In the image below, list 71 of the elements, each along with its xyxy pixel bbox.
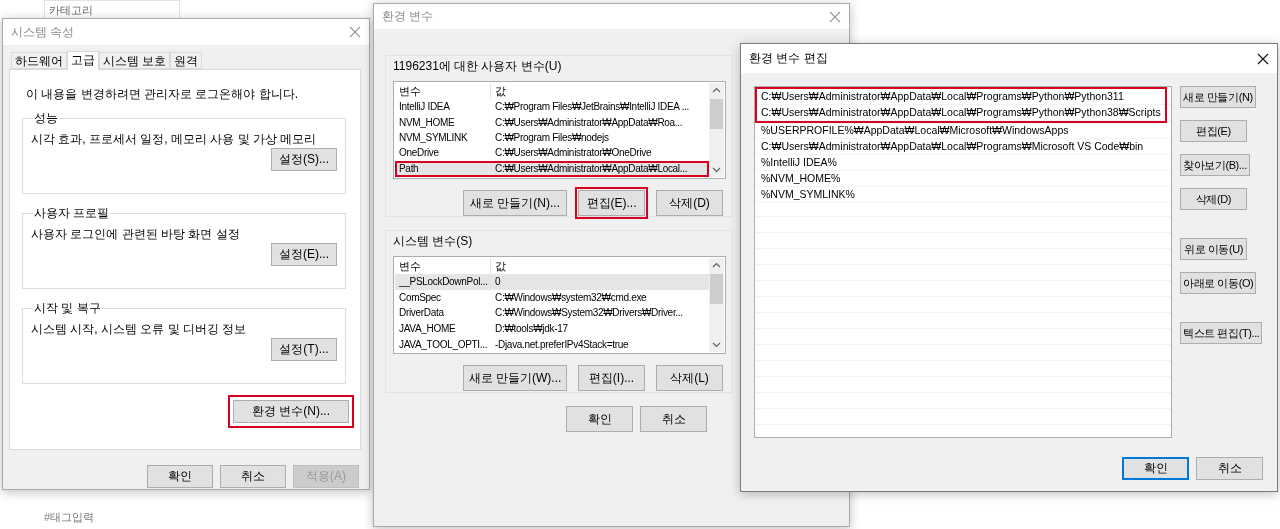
variable-value: C:₩Windows₩system32₩cmd.exe xyxy=(494,291,648,303)
variable-value: C:₩Users₩Administrator₩OneDrive xyxy=(494,147,653,159)
variable-value: -Djava.net.preferIPv4Stack=true xyxy=(494,338,630,350)
action-button[interactable]: 위로 이동(U) xyxy=(1180,238,1247,260)
settings-button[interactable]: 설정(E)... xyxy=(271,243,337,266)
group-title: 시작 및 복구 xyxy=(33,300,102,317)
variable-name: NVM_HOME xyxy=(398,116,456,128)
action-button[interactable]: 삭제(D) xyxy=(656,190,723,216)
window-title: 환경 변수 xyxy=(382,8,434,25)
environment-variables-button[interactable]: 환경 변수(N)... xyxy=(233,400,349,423)
dialog-button[interactable]: 취소 xyxy=(220,465,286,488)
action-button[interactable]: 삭제(D) xyxy=(1180,188,1247,210)
scrollbar[interactable] xyxy=(709,83,724,177)
variable-name: IntelliJ IDEA xyxy=(398,101,451,113)
notice-text: 이 내용을 변경하려면 관리자로 로그온해야 합니다. xyxy=(26,86,299,103)
path-entry[interactable]: C:₩Users₩Administrator₩AppData₩Local₩Programs₩Microsoft VS Code₩bin xyxy=(757,139,1169,155)
close-icon[interactable] xyxy=(1257,52,1269,65)
action-button[interactable]: 새로 만들기(N)... xyxy=(463,190,567,216)
settings-button[interactable]: 설정(S)... xyxy=(271,148,337,171)
column-header[interactable]: 값 xyxy=(491,83,709,99)
path-entry[interactable]: %USERPROFILE%₩AppData₩Local₩Microsoft₩WindowsApps xyxy=(757,123,1169,139)
path-entry[interactable]: %NVM_SYMLINK% xyxy=(757,187,1169,203)
variable-value: 0 xyxy=(494,276,502,288)
variable-value: C:₩Windows₩System32₩Drivers₩Driver... xyxy=(494,307,684,319)
tab[interactable]: 원격 xyxy=(170,52,203,69)
dialog-button[interactable]: 확인 xyxy=(1122,457,1189,480)
variable-name: ComSpec xyxy=(398,291,442,303)
group-description: 시각 효과, 프로세서 일정, 메모리 사용 및 가상 메모리 xyxy=(31,131,318,148)
variable-row[interactable]: __PSLockDownPol... 0 xyxy=(395,274,709,290)
variable-name: JAVA_TOOL_OPTI... xyxy=(398,338,489,350)
settings-button[interactable]: 설정(T)... xyxy=(271,338,337,361)
group-description: 시스템 시작, 시스템 오류 및 디버깅 정보 xyxy=(31,321,248,338)
variable-name: OneDrive xyxy=(398,147,440,159)
path-entry[interactable]: %NVM_HOME% xyxy=(757,171,1169,187)
variable-value: C:₩Users₩Administrator₩AppData₩Local... xyxy=(494,163,689,175)
group-title: 사용자 프로필 xyxy=(33,205,111,222)
action-button[interactable]: 편집(I)... xyxy=(578,365,645,391)
variable-value: C:₩Program Files₩JetBrains₩IntelliJ IDEA ... xyxy=(494,101,691,113)
group-title: 시스템 변수(S) xyxy=(393,233,474,250)
dialog-button[interactable]: 확인 xyxy=(147,465,213,488)
variable-value: C:₩Program Files₩nodejs xyxy=(494,132,610,143)
variable-name: DriverData xyxy=(398,307,445,319)
variable-name: JAVA_HOME xyxy=(398,323,457,335)
action-button[interactable]: 텍스트 편집(T)... xyxy=(1180,322,1263,344)
variable-value: C:₩Users₩Administrator₩AppData₩Roa... xyxy=(494,116,684,128)
variable-name: NVM_SYMLINK xyxy=(398,132,469,143)
group-title: 1196231에 대한 사용자 변수(U) xyxy=(393,58,563,75)
action-button[interactable]: 새로 만들기(W)... xyxy=(463,365,567,391)
dialog-button[interactable]: 취소 xyxy=(1196,457,1263,480)
variable-name: __PSLockDownPol... xyxy=(398,276,489,288)
tab[interactable]: 시스템 보호 xyxy=(99,52,171,69)
window-title: 환경 변수 편집 xyxy=(749,50,828,67)
group-description: 사용자 로그인에 관련된 바탕 화면 설정 xyxy=(31,226,241,243)
variable-name: Path xyxy=(398,163,420,175)
column-header[interactable]: 값 xyxy=(491,258,709,274)
tag-input[interactable]: #태그입력 xyxy=(44,510,95,525)
tab[interactable]: 고급 xyxy=(67,51,99,70)
path-entry[interactable]: %IntelliJ IDEA% xyxy=(757,155,1169,171)
action-button[interactable]: 아래로 이동(O) xyxy=(1180,272,1257,294)
dialog-button[interactable]: 취소 xyxy=(640,406,707,432)
dialog-button[interactable]: 확인 xyxy=(566,406,633,432)
action-button[interactable]: 편집(E) xyxy=(1180,120,1247,142)
action-button[interactable]: 새로 만들기(N) xyxy=(1180,86,1256,108)
group-title: 성능 xyxy=(33,110,59,127)
action-button[interactable]: 편집(E)... xyxy=(578,190,645,216)
action-button[interactable]: 찾아보기(B)... xyxy=(1180,154,1250,176)
scrollbar[interactable] xyxy=(709,258,724,352)
variable-value: D:₩tools₩jdk-17 xyxy=(494,323,569,335)
window-title: 시스템 속성 xyxy=(11,23,75,41)
tab[interactable]: 하드웨어 xyxy=(11,52,67,69)
action-button[interactable]: 삭제(L) xyxy=(656,365,723,391)
